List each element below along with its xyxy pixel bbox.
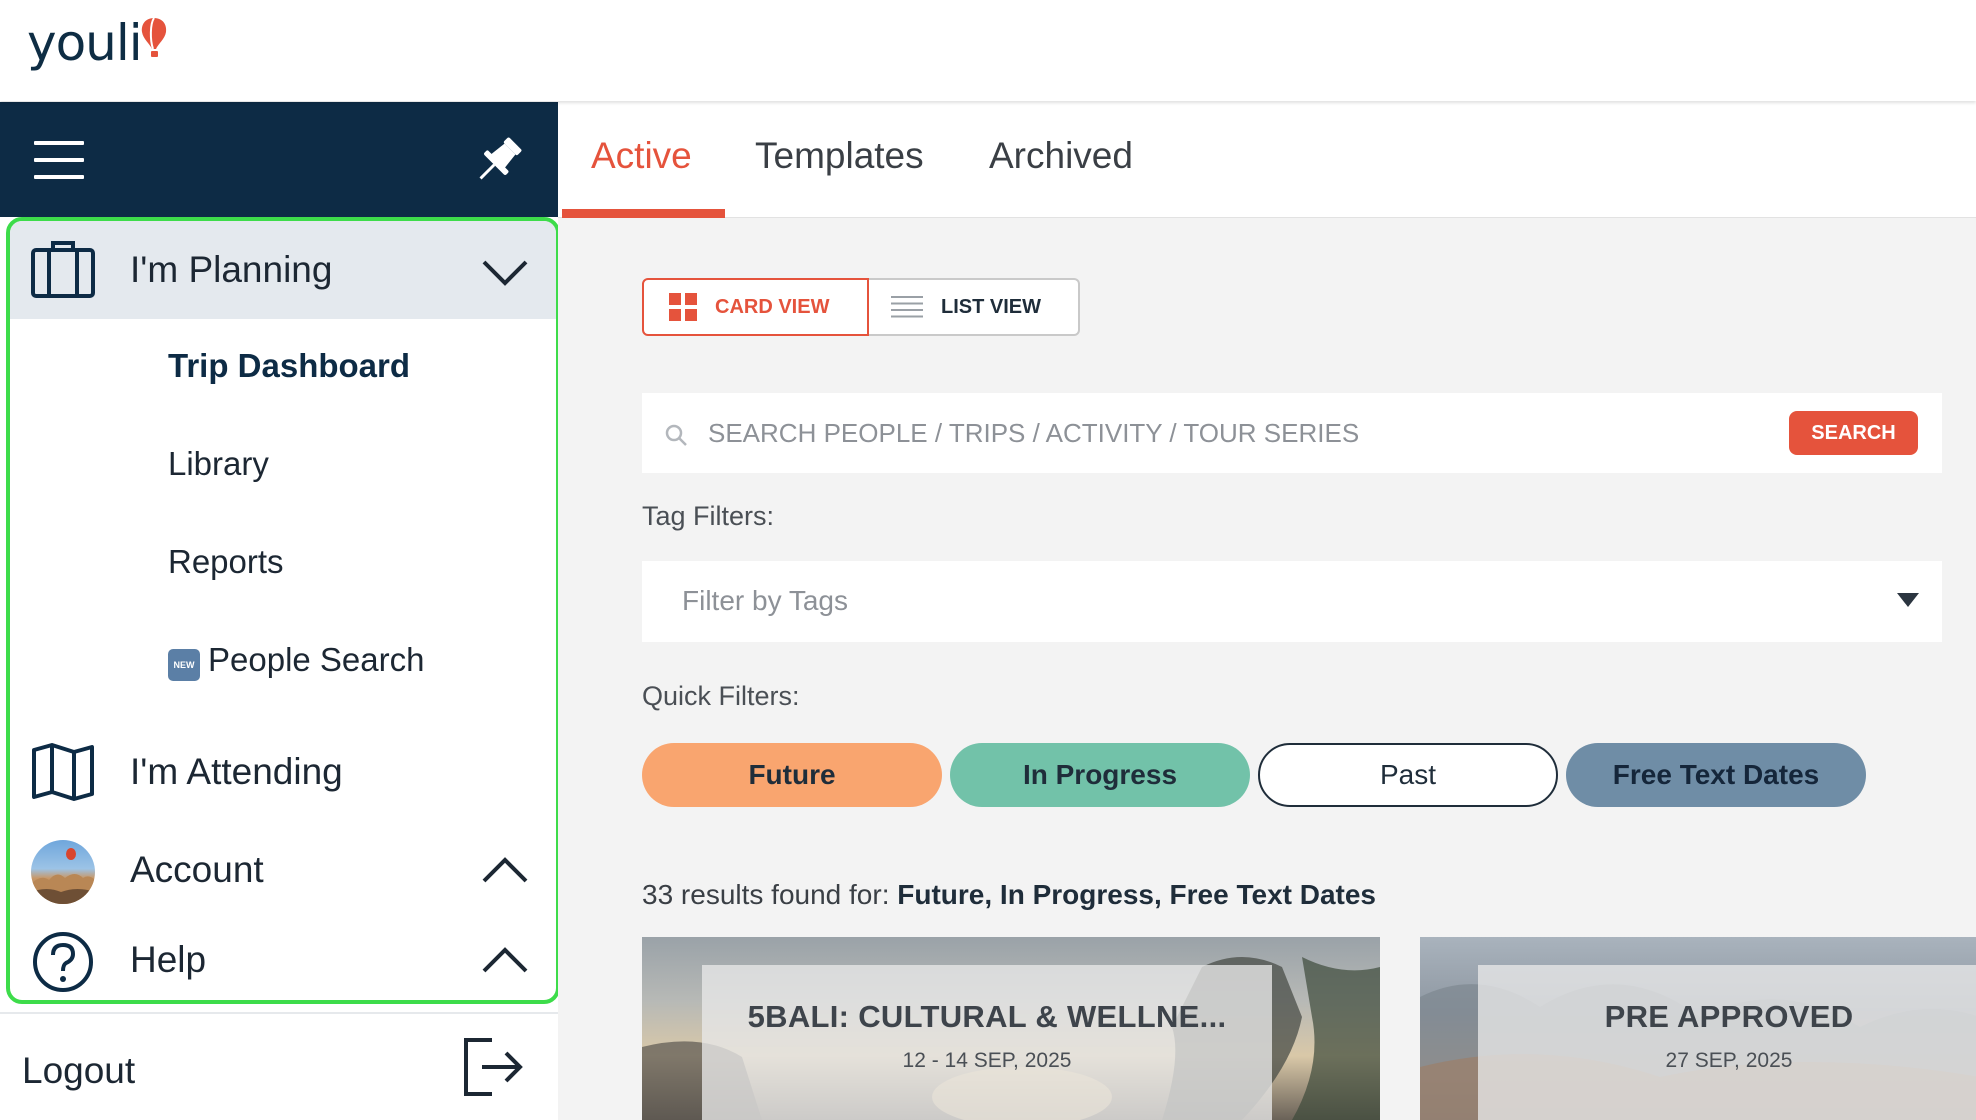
grid-icon <box>669 293 697 321</box>
tab-templates[interactable]: Templates <box>755 135 924 177</box>
menu-help-label: Help <box>130 939 207 980</box>
menu-im-attending[interactable]: I'm Attending <box>10 723 556 821</box>
list-icon <box>891 296 923 318</box>
pin-icon[interactable] <box>470 130 528 190</box>
quick-filters-label: Quick Filters: <box>642 681 800 711</box>
results-filter-terms: Future, In Progress, Free Text Dates <box>897 879 1376 910</box>
search-bar: SEARCH <box>642 393 1942 473</box>
menu-account[interactable]: Account <box>10 821 556 921</box>
card-view-label: CARD VIEW <box>715 295 830 318</box>
trip-card[interactable]: 5BALI: CULTURAL & WELLNE... 12 - 14 SEP,… <box>642 937 1380 1120</box>
quick-filter-free-text-dates[interactable]: Free Text Dates <box>1566 743 1866 807</box>
sidebar: I'm Planning Trip Dashboard Library Repo… <box>0 102 560 1120</box>
help-icon <box>30 929 96 995</box>
sidebar-item-library[interactable]: Library <box>168 445 269 483</box>
chevron-up-icon[interactable] <box>480 945 530 975</box>
view-toggle: CARD VIEW LIST VIEW <box>642 278 1080 336</box>
tag-filters-label: Tag Filters: <box>642 501 775 531</box>
search-input[interactable] <box>708 393 1778 473</box>
sidebar-item-people-search[interactable]: NEW People Search <box>168 641 424 681</box>
main-content: Active Templates Archived CARD VIEW LIST… <box>558 101 1976 1120</box>
logout-label: Logout <box>22 1050 136 1091</box>
menu-im-attending-label: I'm Attending <box>130 751 343 792</box>
list-view-label: LIST VIEW <box>941 295 1041 318</box>
quick-filter-in-progress[interactable]: In Progress <box>950 743 1250 807</box>
balloon-icon <box>141 17 167 57</box>
hamburger-menu-icon[interactable] <box>34 141 84 179</box>
results-count-text: 33 results found for: <box>642 879 898 910</box>
map-icon <box>30 739 96 805</box>
sidebar-header <box>0 102 558 217</box>
menu-im-planning-label: I'm Planning <box>130 249 333 290</box>
quick-filter-future[interactable]: Future <box>642 743 942 807</box>
active-tab-indicator <box>562 209 725 218</box>
list-view-button[interactable]: LIST VIEW <box>869 278 1080 336</box>
trip-card-title: PRE APPROVED <box>1604 999 1854 1034</box>
trip-card-date: 12 - 14 SEP, 2025 <box>902 1049 1072 1072</box>
top-header: youli <box>0 0 1976 101</box>
youli-logo[interactable]: youli <box>27 14 167 72</box>
tab-bar: Active Templates Archived <box>558 101 1976 218</box>
trip-card[interactable]: PRE APPROVED 27 SEP, 2025 <box>1420 937 1976 1120</box>
card-view-button[interactable]: CARD VIEW <box>642 278 869 336</box>
chevron-up-icon[interactable] <box>480 855 530 885</box>
account-avatar <box>30 839 96 905</box>
suitcase-icon <box>30 237 96 303</box>
trip-card-overlay: PRE APPROVED 27 SEP, 2025 <box>1478 965 1976 1120</box>
sidebar-item-trip-dashboard[interactable]: Trip Dashboard <box>168 347 410 385</box>
logo-text: youli <box>27 14 143 72</box>
menu-help[interactable]: Help <box>10 921 556 1000</box>
people-search-label: People Search <box>208 641 425 678</box>
avatar <box>31 840 95 904</box>
tag-filter-dropdown[interactable]: Filter by Tags <box>642 561 1942 642</box>
tag-filter-placeholder: Filter by Tags <box>682 585 848 616</box>
trip-card-title: 5BALI: CULTURAL & WELLNE... <box>747 999 1227 1034</box>
chevron-down-icon[interactable] <box>480 257 530 287</box>
tab-active[interactable]: Active <box>591 135 692 177</box>
menu-account-label: Account <box>130 849 264 890</box>
menu-im-planning[interactable]: I'm Planning <box>10 221 556 319</box>
trip-card-date: 27 SEP, 2025 <box>1665 1049 1793 1072</box>
search-button[interactable]: SEARCH <box>1789 411 1918 455</box>
search-icon <box>665 424 687 446</box>
new-badge-icon: NEW <box>168 649 200 681</box>
sidebar-item-reports[interactable]: Reports <box>168 543 284 581</box>
results-summary: 33 results found for: Future, In Progres… <box>642 879 1376 911</box>
tab-archived[interactable]: Archived <box>989 135 1133 177</box>
trip-card-overlay: 5BALI: CULTURAL & WELLNE... 12 - 14 SEP,… <box>702 965 1272 1120</box>
logout-row[interactable]: Logout <box>0 1012 558 1120</box>
navigation-menu: I'm Planning Trip Dashboard Library Repo… <box>6 217 560 1004</box>
caret-down-icon <box>1897 593 1919 607</box>
logout-icon[interactable] <box>460 1034 526 1100</box>
quick-filter-past[interactable]: Past <box>1258 743 1558 807</box>
